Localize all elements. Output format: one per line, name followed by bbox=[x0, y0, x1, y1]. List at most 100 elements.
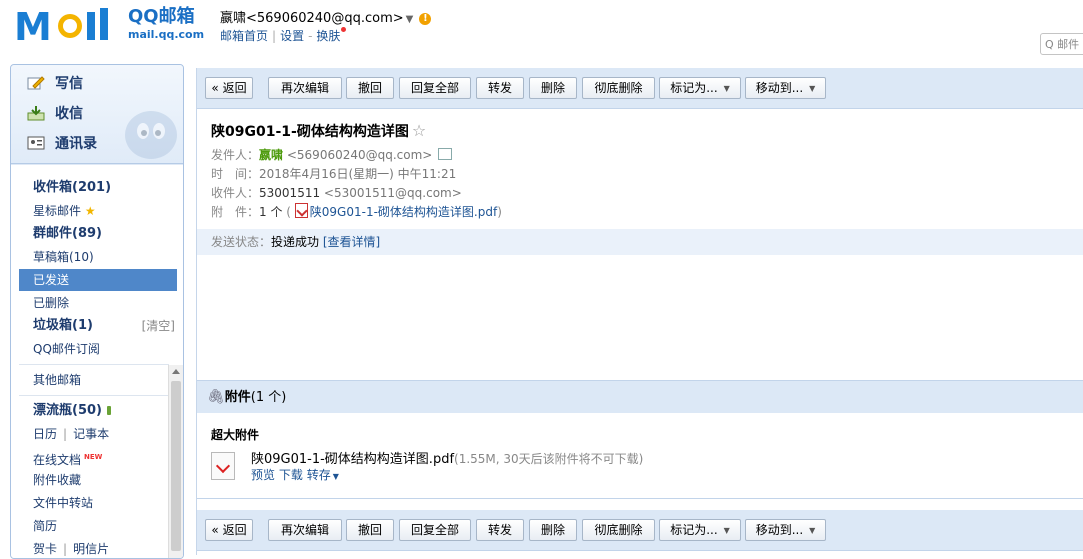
delete-button[interactable]: 删除 bbox=[529, 519, 577, 541]
download-link[interactable]: 下载 bbox=[279, 468, 303, 482]
empty-spam-link[interactable]: [清空] bbox=[142, 315, 175, 337]
file-transfer-item[interactable]: 文件中转站 bbox=[19, 492, 177, 514]
time-value: 2018年4月16日(星期一) 中午11:21 bbox=[259, 167, 457, 181]
forward-button[interactable]: 转发 bbox=[476, 519, 524, 541]
recall-button[interactable]: 撤回 bbox=[346, 77, 394, 99]
folder-group[interactable]: 群邮件(89) bbox=[19, 223, 177, 245]
svg-text:M: M bbox=[14, 6, 52, 44]
inbox-download-icon bbox=[27, 106, 45, 121]
to-label: 收件人： bbox=[211, 186, 260, 200]
compose-button[interactable]: 写信 bbox=[27, 73, 83, 95]
mark-as-label: 标记为... bbox=[670, 81, 718, 95]
folder-sent[interactable]: 已发送 bbox=[19, 269, 177, 291]
mark-as-dropdown[interactable]: 标记为... ▼ bbox=[659, 77, 741, 99]
reply-all-button[interactable]: 回复全部 bbox=[399, 519, 471, 541]
brand-name: QQ邮箱 bbox=[128, 6, 195, 27]
qq-mail-logo[interactable]: M bbox=[14, 6, 126, 44]
divider bbox=[19, 364, 169, 365]
pencil-icon bbox=[27, 76, 45, 90]
contact-card-icon[interactable] bbox=[438, 148, 453, 160]
calendar-link[interactable]: 日历 bbox=[33, 427, 57, 441]
attachment-link[interactable]: 陕09G01-1-砌体结构构造详图.pdf bbox=[310, 205, 497, 219]
to-name[interactable]: 53001511 bbox=[259, 186, 320, 200]
receive-button[interactable]: 收信 bbox=[27, 103, 83, 125]
chevron-down-icon: ▼ bbox=[723, 526, 730, 535]
move-to-dropdown[interactable]: 移动到... ▼ bbox=[745, 77, 826, 99]
move-to-dropdown[interactable]: 移动到... ▼ bbox=[745, 519, 826, 541]
other-mailbox-item[interactable]: 其他邮箱 bbox=[19, 369, 177, 391]
folder-drafts[interactable]: 草稿箱(10) bbox=[19, 246, 177, 268]
account-name[interactable]: 嬴啸<569060240@qq.com> bbox=[220, 11, 404, 26]
receive-label: 收信 bbox=[55, 106, 83, 122]
top-toolbar: « 返回 再次编辑 撤回 回复全部 转发 删除 彻底删除 标记为... ▼ 移动到… bbox=[197, 68, 1083, 109]
mail-subject: 陕09G01-1-砌体结构构造详图 ☆ bbox=[211, 121, 426, 141]
move-to-label: 移动到... bbox=[755, 81, 804, 95]
delete-forever-button[interactable]: 彻底删除 bbox=[582, 77, 655, 99]
mailbox-home-link[interactable]: 邮箱首页 bbox=[220, 29, 268, 43]
folder-inbox[interactable]: 收件箱(201) bbox=[19, 177, 177, 199]
delete-forever-button[interactable]: 彻底删除 bbox=[582, 519, 655, 541]
save-to-link[interactable]: 转存 ▼ bbox=[307, 468, 347, 482]
folder-list: 收件箱(201) 星标邮件 ★ 群邮件(89) 草稿箱(10) 已发送 已删除 … bbox=[11, 165, 183, 558]
scroll-up-icon[interactable] bbox=[172, 369, 180, 374]
recall-button[interactable]: 撤回 bbox=[346, 519, 394, 541]
attachment-file-name[interactable]: 陕09G01-1-砌体结构构造详图.pdf bbox=[251, 452, 454, 467]
header-links: 邮箱首页 | 设置 - 换肤 bbox=[220, 27, 347, 44]
delete-button[interactable]: 删除 bbox=[529, 77, 577, 99]
new-badge: NEW bbox=[84, 453, 103, 461]
skin-link[interactable]: 换肤 bbox=[316, 29, 340, 43]
contacts-button[interactable]: 通讯录 bbox=[27, 133, 97, 155]
attachment-count: 1 个 bbox=[259, 205, 283, 219]
scroll-thumb[interactable] bbox=[171, 381, 181, 551]
edit-again-button[interactable]: 再次编辑 bbox=[268, 519, 342, 541]
forward-button[interactable]: 转发 bbox=[476, 77, 524, 99]
mark-as-dropdown[interactable]: 标记为... ▼ bbox=[659, 519, 741, 541]
contacts-card-icon bbox=[27, 136, 45, 150]
attachments-header: 🖇附件(1 个) bbox=[197, 380, 1083, 413]
reply-all-button[interactable]: 回复全部 bbox=[399, 77, 471, 99]
attachment-row: 附 件：1 个 ( 陕09G01-1-砌体结构构造详图.pdf) bbox=[211, 203, 502, 219]
folder-deleted[interactable]: 已删除 bbox=[19, 292, 177, 314]
postcard-link[interactable]: 明信片 bbox=[73, 542, 109, 556]
pdf-file-icon[interactable] bbox=[211, 452, 235, 480]
folder-spam-label: 垃圾箱(1) bbox=[33, 318, 93, 333]
to-row: 收件人：53001511 <53001511@qq.com> bbox=[211, 184, 462, 201]
back-button[interactable]: « 返回 bbox=[205, 77, 253, 99]
from-name[interactable]: 嬴啸 bbox=[259, 148, 283, 162]
penguin-watermark-icon bbox=[125, 111, 177, 159]
view-details-link[interactable]: [查看详情] bbox=[323, 235, 380, 249]
chevron-down-icon[interactable]: ▼ bbox=[406, 14, 414, 25]
contacts-label: 通讯录 bbox=[55, 136, 97, 152]
drift-bottle-item[interactable]: 漂流瓶(50) bbox=[19, 400, 177, 422]
mail-header: 陕09G01-1-砌体结构构造详图 ☆ 发件人：嬴啸 <569060240@qq.… bbox=[197, 109, 1083, 225]
move-to-label: 移动到... bbox=[755, 523, 804, 537]
greeting-card-link[interactable]: 贺卡 bbox=[33, 542, 57, 556]
attachments-count: (1 个) bbox=[250, 390, 287, 405]
resume-item[interactable]: 简历 bbox=[19, 515, 177, 537]
online-docs-item[interactable]: 在线文档 NEW bbox=[19, 446, 177, 468]
mark-as-label: 标记为... bbox=[670, 523, 718, 537]
settings-link[interactable]: 设置 bbox=[280, 29, 304, 43]
folder-subscriptions[interactable]: QQ邮件订阅 bbox=[19, 338, 177, 360]
folder-spam[interactable]: 垃圾箱(1) [清空] bbox=[19, 315, 177, 337]
folder-starred[interactable]: 星标邮件 ★ bbox=[19, 200, 177, 222]
pdf-icon bbox=[294, 203, 308, 218]
back-button[interactable]: « 返回 bbox=[205, 519, 253, 541]
search-input[interactable]: Q 邮件 bbox=[1040, 33, 1083, 55]
warning-icon[interactable]: ! bbox=[419, 13, 432, 25]
from-address: <569060240@qq.com> bbox=[286, 148, 433, 162]
chevron-down-icon: ▼ bbox=[723, 84, 730, 93]
chevron-down-icon: ▼ bbox=[332, 472, 339, 481]
star-icon[interactable]: ☆ bbox=[412, 121, 426, 140]
attachment-collection-item[interactable]: 附件收藏 bbox=[19, 469, 177, 491]
large-attachment-title: 超大附件 bbox=[211, 428, 260, 442]
edit-again-button[interactable]: 再次编辑 bbox=[268, 77, 342, 99]
sidebar-scrollbar[interactable] bbox=[168, 365, 183, 558]
notes-link[interactable]: 记事本 bbox=[73, 427, 109, 441]
divider bbox=[19, 395, 169, 396]
account-info[interactable]: 嬴啸<569060240@qq.com> ▼! bbox=[220, 7, 432, 26]
chevron-down-icon: ▼ bbox=[809, 84, 816, 93]
time-row: 时 间：2018年4月16日(星期一) 中午11:21 bbox=[211, 165, 456, 182]
preview-link[interactable]: 预览 bbox=[251, 468, 275, 482]
logo-brand: QQ邮箱 mail.qq.com bbox=[128, 6, 204, 42]
